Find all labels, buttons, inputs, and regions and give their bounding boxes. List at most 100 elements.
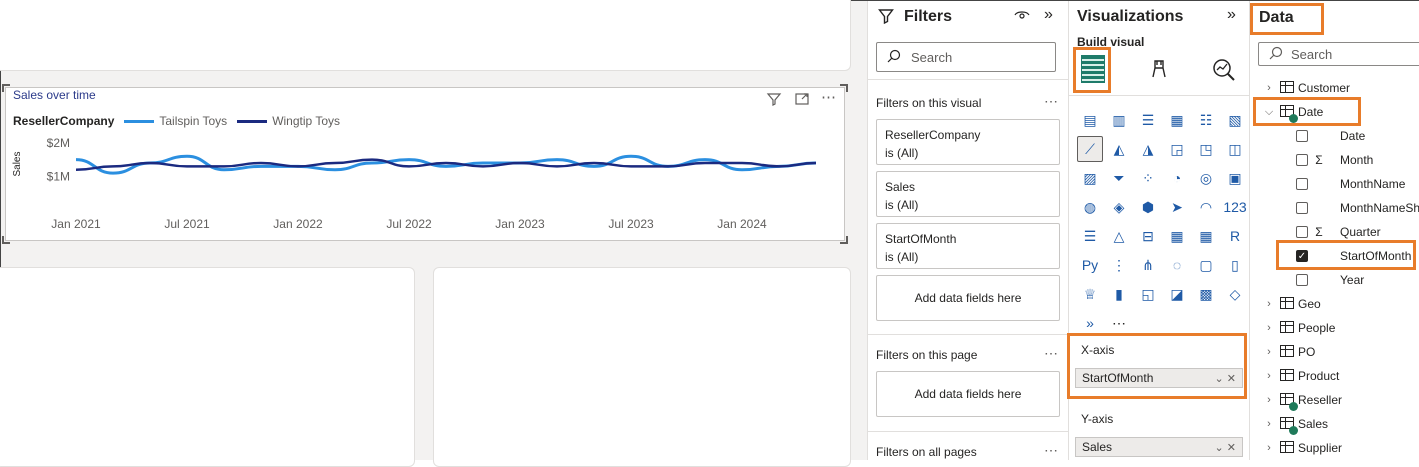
100-bar-visual-icon[interactable]: ☷ — [1193, 107, 1219, 133]
data-search-input[interactable]: Search — [1258, 42, 1419, 66]
power-automate-visual-icon[interactable]: ◪ — [1164, 281, 1190, 307]
stacked-column-visual-icon[interactable]: ▦ — [1164, 107, 1190, 133]
data-table-people[interactable]: › People — [1262, 317, 1335, 339]
focus-mode-icon[interactable] — [794, 91, 810, 111]
data-field-monthname[interactable]: MonthName — [1296, 173, 1405, 195]
area-visual-icon[interactable]: ◭ — [1106, 136, 1132, 162]
format-visual-tab-icon[interactable] — [1147, 57, 1171, 87]
legend-item-wingtip[interactable]: Wingtip Toys — [237, 114, 340, 128]
matrix-visual-icon[interactable]: ▦ — [1193, 223, 1219, 249]
filter-card-resellercompany[interactable]: ResellerCompany is (All) — [876, 119, 1060, 165]
metrics-visual-icon[interactable]: ▩ — [1193, 281, 1219, 307]
visual-tile-top[interactable] — [0, 0, 851, 71]
map-visual-icon[interactable]: ◍ — [1077, 194, 1103, 220]
table-visual-icon[interactable]: ▦ — [1164, 223, 1190, 249]
power-apps-visual-icon[interactable]: ◱ — [1135, 281, 1161, 307]
filter-card-sales[interactable]: Sales is (All) — [876, 171, 1060, 217]
line-visual-icon[interactable]: ⟋ — [1077, 136, 1103, 162]
field-checkbox[interactable] — [1296, 274, 1308, 286]
data-table-supplier[interactable]: › Supplier — [1262, 437, 1342, 459]
add-data-fields-page[interactable]: Add data fields here — [876, 371, 1060, 417]
waterfall-visual-icon[interactable]: ▨ — [1077, 165, 1103, 191]
filter-icon[interactable] — [766, 91, 782, 111]
donut-visual-icon[interactable]: ◎ — [1193, 165, 1219, 191]
stacked-bar-visual-icon[interactable]: ▤ — [1077, 107, 1103, 133]
chevron-right-icon[interactable]: › — [1262, 82, 1276, 94]
more-options-icon[interactable]: ⋯ — [821, 88, 836, 106]
data-table-reseller[interactable]: › Reseller — [1262, 389, 1342, 411]
chevron-down-icon[interactable]: ⌄ ✕ — [1215, 441, 1237, 454]
100-column-visual-icon[interactable]: ▧ — [1222, 107, 1248, 133]
visual-tile-bottom-left[interactable] — [0, 267, 415, 467]
chevron-right-icon[interactable]: › — [1262, 298, 1276, 310]
decomposition-tree-visual-icon[interactable]: ⋔ — [1135, 252, 1161, 278]
resize-handle[interactable] — [2, 236, 10, 244]
collapse-chevron-icon[interactable]: » — [1044, 6, 1053, 24]
pie-visual-icon[interactable]: ◔ — [1164, 165, 1190, 191]
card-visual-icon[interactable]: 123 — [1222, 194, 1248, 220]
filter-card-startofmonth[interactable]: StartOfMonth is (All) — [876, 223, 1060, 269]
data-field-month[interactable]: Σ Month — [1296, 149, 1373, 171]
key-influencers-visual-icon[interactable]: ⋮ — [1106, 252, 1132, 278]
eye-icon[interactable] — [1014, 8, 1030, 25]
data-table-po[interactable]: › PO — [1262, 341, 1315, 363]
chevron-right-icon[interactable]: › — [1262, 394, 1276, 406]
data-table-customer[interactable]: › Customer — [1262, 77, 1350, 99]
custom-visual-icon[interactable]: ◇ — [1222, 281, 1248, 307]
slicer-visual-icon[interactable]: ⊟ — [1135, 223, 1161, 249]
more-options-icon[interactable]: ⋯ — [1044, 442, 1058, 459]
field-checkbox[interactable] — [1296, 154, 1308, 166]
stacked-area-visual-icon[interactable]: ◮ — [1135, 136, 1161, 162]
azure-map-visual-icon[interactable]: ➤ — [1164, 194, 1190, 220]
clustered-bar-visual-icon[interactable]: ☰ — [1135, 107, 1161, 133]
qa-visual-icon[interactable]: ◌ — [1164, 252, 1190, 278]
more-options-icon[interactable]: ⋯ — [1044, 93, 1058, 110]
field-checkbox[interactable] — [1296, 178, 1308, 190]
chevron-right-icon[interactable]: › — [1262, 346, 1276, 358]
treemap-visual-icon[interactable]: ▣ — [1222, 165, 1248, 191]
add-data-fields-visual[interactable]: Add data fields here — [876, 275, 1060, 321]
visual-tile-bottom-right[interactable] — [433, 267, 851, 467]
series-line-tailspin-toys[interactable] — [75, 154, 817, 175]
chevron-down-icon[interactable]: ⌄ ✕ — [1215, 372, 1237, 385]
build-visual-tab-icon[interactable] — [1081, 55, 1105, 83]
python-visual-visual-icon[interactable]: Py — [1077, 252, 1103, 278]
chevron-right-icon[interactable]: › — [1262, 322, 1276, 334]
more-options-icon[interactable]: ⋯ — [1044, 345, 1058, 362]
resize-handle[interactable] — [2, 84, 10, 92]
chevron-right-icon[interactable]: › — [1262, 442, 1276, 454]
shape-map-visual-icon[interactable]: ⬢ — [1135, 194, 1161, 220]
line-column-visual-icon[interactable]: ◲ — [1164, 136, 1190, 162]
filters-search-input[interactable]: Search — [876, 42, 1056, 72]
clustered-column-visual-icon[interactable]: ▥ — [1106, 107, 1132, 133]
yaxis-field-well[interactable]: Sales ⌄ ✕ — [1075, 437, 1243, 457]
filled-map-visual-icon[interactable]: ◈ — [1106, 194, 1132, 220]
smart-narrative-visual-icon[interactable]: ▢ — [1193, 252, 1219, 278]
data-table-product[interactable]: › Product — [1262, 365, 1339, 387]
data-field-monthnamesh[interactable]: MonthNameSh... — [1296, 197, 1419, 219]
line-chart-visual[interactable]: Sales over time ResellerCompany Tailspin… — [2, 84, 848, 244]
xaxis-field-well[interactable]: StartOfMonth ⌄ ✕ — [1075, 368, 1243, 388]
trophy-visual-icon[interactable]: ♕ — [1077, 281, 1103, 307]
line-clustered-visual-icon[interactable]: ◳ — [1193, 136, 1219, 162]
data-field-year[interactable]: Year — [1296, 269, 1364, 291]
data-table-sales[interactable]: › Sales — [1262, 413, 1328, 435]
gauge-visual-icon[interactable]: ◠ — [1193, 194, 1219, 220]
kpi-visual-icon[interactable]: △ — [1106, 223, 1132, 249]
scatter-visual-icon[interactable]: ⁘ — [1135, 165, 1161, 191]
report-visual-icon[interactable]: ▮ — [1106, 281, 1132, 307]
data-table-geo[interactable]: › Geo — [1262, 293, 1321, 315]
multi-row-card-visual-icon[interactable]: ☰ — [1077, 223, 1103, 249]
chevron-right-icon[interactable]: › — [1262, 418, 1276, 430]
funnel-visual-icon[interactable]: ⏷ — [1106, 165, 1132, 191]
resize-handle[interactable] — [840, 236, 848, 244]
data-field-date[interactable]: Date — [1296, 125, 1365, 147]
paginated-visual-icon[interactable]: ▯ — [1222, 252, 1248, 278]
series-line-wingtip-toys[interactable] — [75, 158, 817, 171]
r-visual-visual-icon[interactable]: R — [1222, 223, 1248, 249]
analytics-tab-icon[interactable] — [1211, 57, 1237, 86]
resize-handle[interactable] — [840, 84, 848, 92]
collapse-chevron-icon[interactable]: » — [1227, 6, 1236, 24]
field-checkbox[interactable] — [1296, 202, 1308, 214]
ribbon-visual-icon[interactable]: ◫ — [1222, 136, 1248, 162]
